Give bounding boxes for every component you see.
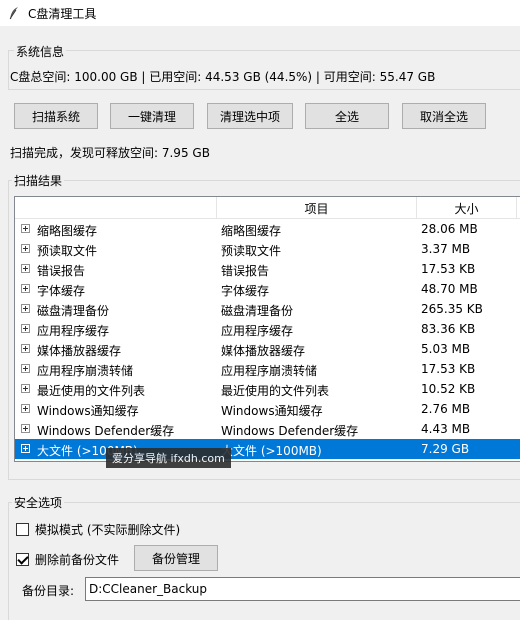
row-name: 错误报告: [37, 264, 86, 278]
tree-row[interactable]: Windows Defender缓存 Windows Defender缓存 4.43…: [15, 419, 520, 439]
row-item: 大文件 (>100MB): [221, 444, 322, 458]
expand-plus-icon[interactable]: [21, 364, 30, 373]
row-item: 应用程序崩溃转储: [221, 364, 318, 378]
results-treeview[interactable]: 项目 大小 缩略图缓存 缩略图缓存 28.06 MB 预读取文件 预读取文件 3.37 M…: [14, 196, 520, 462]
row-size: 83.36 KB: [421, 322, 476, 336]
row-item: Windows通知缓存: [221, 404, 323, 418]
simulate-mode-label: 模拟模式 (不实际删除文件): [35, 523, 181, 537]
tree-row[interactable]: Windows通知缓存 Windows通知缓存 2.76 MB: [15, 399, 520, 419]
row-name: 缩略图缓存: [37, 224, 98, 238]
row-name: 磁盘清理备份: [37, 304, 110, 318]
disk-summary: C盘总空间: 100.00 GB | 已用空间: 44.53 GB (44.5%…: [10, 70, 436, 84]
expand-plus-icon[interactable]: [21, 384, 30, 393]
simulate-mode-checkbox[interactable]: [16, 523, 29, 536]
row-name: 最近使用的文件列表: [37, 384, 146, 398]
backup-dir-label: 备份目录:: [22, 584, 75, 598]
row-item: 最近使用的文件列表: [221, 384, 330, 398]
expand-plus-icon[interactable]: [21, 244, 30, 253]
row-size: 3.37 MB: [421, 242, 471, 256]
row-item: 预读取文件: [221, 244, 282, 258]
row-name: 应用程序缓存: [37, 324, 110, 338]
tree-row[interactable]: 最近使用的文件列表 最近使用的文件列表 10.52 KB: [15, 379, 520, 399]
expand-plus-icon[interactable]: [21, 224, 30, 233]
row-name: Windows Defender缓存: [37, 424, 175, 438]
row-item: 错误报告: [221, 264, 270, 278]
row-size: 5.03 MB: [421, 342, 471, 356]
deselect-all-button[interactable]: 取消全选: [402, 103, 486, 129]
watermark-overlay: 爱分享导航 ifxdh.com: [106, 448, 231, 468]
expand-plus-icon[interactable]: [21, 304, 30, 313]
tree-row[interactable]: 磁盘清理备份 磁盘清理备份 265.35 KB: [15, 299, 520, 319]
column-header-tree[interactable]: [15, 197, 217, 219]
tree-header: 项目 大小: [15, 197, 520, 219]
expand-plus-icon[interactable]: [21, 264, 30, 273]
expand-plus-icon[interactable]: [21, 284, 30, 293]
row-size: 2.76 MB: [421, 402, 471, 416]
row-size: 28.06 MB: [421, 222, 478, 236]
row-item: 字体缓存: [221, 284, 270, 298]
tree-row[interactable]: 媒体播放器缓存 媒体播放器缓存 5.03 MB: [15, 339, 520, 359]
tree-row[interactable]: 应用程序缓存 应用程序缓存 83.36 KB: [15, 319, 520, 339]
row-name: 字体缓存: [37, 284, 86, 298]
backup-manage-button[interactable]: 备份管理: [134, 545, 218, 571]
row-size: 265.35 KB: [421, 302, 483, 316]
expand-plus-icon[interactable]: [21, 424, 30, 433]
row-size: 17.53 KB: [421, 262, 476, 276]
feather-icon: [6, 5, 22, 21]
tree-row[interactable]: 字体缓存 字体缓存 48.70 MB: [15, 279, 520, 299]
tree-row[interactable]: 预读取文件 预读取文件 3.37 MB: [15, 239, 520, 259]
row-name: 媒体播放器缓存: [37, 344, 122, 358]
results-legend: 扫描结果: [12, 172, 65, 189]
backup-before-delete-option[interactable]: 删除前备份文件: [16, 551, 119, 568]
row-item: Windows Defender缓存: [221, 424, 359, 438]
clean-selected-button[interactable]: 清理选中项: [207, 103, 293, 129]
expand-plus-icon[interactable]: [21, 344, 30, 353]
tree-row[interactable]: 缩略图缓存 缩略图缓存 28.06 MB: [15, 219, 520, 239]
tree-row[interactable]: 错误报告 错误报告 17.53 KB: [15, 259, 520, 279]
scan-status: 扫描完成，发现可释放空间: 7.95 GB: [10, 146, 210, 160]
scan-button[interactable]: 扫描系统: [14, 103, 98, 129]
expand-plus-icon[interactable]: [21, 444, 30, 453]
column-header-size[interactable]: 大小: [417, 197, 517, 219]
row-name: Windows通知缓存: [37, 404, 139, 418]
row-name: 应用程序崩溃转储: [37, 364, 134, 378]
row-size: 17.53 KB: [421, 362, 476, 376]
row-item: 应用程序缓存: [221, 324, 294, 338]
row-item: 缩略图缓存: [221, 224, 282, 238]
row-size: 10.52 KB: [421, 382, 476, 396]
simulate-mode-option[interactable]: 模拟模式 (不实际删除文件): [16, 521, 180, 538]
row-size: 7.29 GB: [421, 442, 470, 456]
system-info-legend: 系统信息: [14, 43, 67, 60]
backup-before-delete-label: 删除前备份文件: [35, 553, 120, 567]
window-title: C盘清理工具: [28, 6, 97, 21]
title-bar: C盘清理工具: [0, 0, 520, 26]
column-header-item[interactable]: 项目: [217, 197, 417, 219]
row-item: 磁盘清理备份: [221, 304, 294, 318]
tree-row[interactable]: 应用程序崩溃转储 应用程序崩溃转储 17.53 KB: [15, 359, 520, 379]
row-item: 媒体播放器缓存: [221, 344, 306, 358]
expand-plus-icon[interactable]: [21, 324, 30, 333]
row-name: 预读取文件: [37, 244, 98, 258]
backup-before-delete-checkbox[interactable]: [16, 553, 29, 566]
safety-legend: 安全选项: [12, 494, 65, 511]
backup-dir-input[interactable]: [85, 577, 520, 601]
one-click-clean-button[interactable]: 一键清理: [110, 103, 194, 129]
select-all-button[interactable]: 全选: [305, 103, 389, 129]
row-size: 48.70 MB: [421, 282, 478, 296]
expand-plus-icon[interactable]: [21, 404, 30, 413]
tree-row[interactable]: 大文件 (>100MB) 大文件 (>100MB) 7.29 GB: [15, 439, 520, 459]
row-size: 4.43 MB: [421, 422, 471, 436]
